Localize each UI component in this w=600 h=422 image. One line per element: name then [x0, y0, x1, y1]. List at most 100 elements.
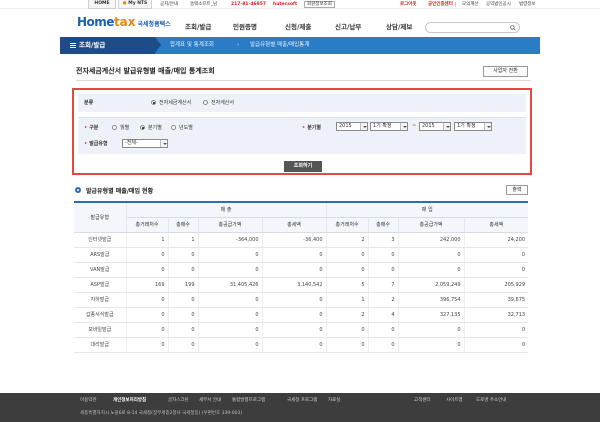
- table-cell: 0: [368, 247, 399, 263]
- table-cell: 0: [198, 307, 263, 323]
- table-body: 인터넷발급 1 1 -364,000 -36,400 2 3 242,000 24,200 ARS…: [74, 232, 529, 353]
- notice-link[interactable]: 공지/안내: [160, 1, 178, 8]
- breadcrumb-item-summary[interactable]: 합계표 및 통계조회: [170, 37, 214, 54]
- from-year-select[interactable]: 2015: [336, 122, 368, 131]
- simulation-link[interactable]: 모의계산: [462, 1, 479, 8]
- footer-link-terms[interactable]: 이용약관: [80, 397, 97, 403]
- issue-type-label-text: 발급유형: [89, 141, 108, 147]
- top-utility-bar: HOME ● My NTS 공지/안내 송택소프트_님 217-81-46957…: [0, 0, 600, 9]
- issue-type-select[interactable]: -전체-: [122, 139, 168, 148]
- table-cell: 0: [262, 337, 327, 353]
- row-issue-type: 갑종서식발급: [74, 307, 127, 323]
- logo-kr-text: 국세청홈택스: [137, 21, 171, 28]
- menu-civil-cert[interactable]: 민원증명: [233, 21, 257, 31]
- period-label: • 구분: [84, 124, 98, 131]
- filter-row-category: 분류 전자세금계산서 전자계산서: [78, 94, 526, 112]
- row-issue-type: ARS발급: [74, 247, 127, 263]
- radio-monthly[interactable]: [112, 125, 117, 130]
- menu-consult-report[interactable]: 상담/제보: [386, 21, 412, 31]
- footer-link-sitemap[interactable]: 사이트맵: [446, 397, 463, 403]
- to-quarter-select[interactable]: 1기 확정: [454, 122, 492, 131]
- search-input[interactable]: [425, 22, 520, 33]
- my-nts-tab[interactable]: ● My NTS: [118, 0, 152, 9]
- table-cell: 0: [398, 262, 465, 278]
- business-number: 217-81-46957: [231, 2, 267, 7]
- table-cell: 0: [198, 262, 263, 278]
- hamburger-icon: [70, 42, 76, 48]
- menu-apply-submit[interactable]: 신청/제출: [285, 21, 311, 31]
- table-cell: 169: [126, 277, 169, 293]
- footer-link-screen[interactable]: 글자스크린: [168, 397, 189, 403]
- table-cell: 3,140,542: [262, 277, 327, 293]
- row-issue-type: VAN발급: [74, 262, 127, 278]
- radio-e-invoice-label: 전자계산서: [211, 100, 235, 106]
- footer-address: 세종특별자치시 노을6로 8-14 국세청(정부세종2청사 국세청동) (우편번…: [80, 411, 243, 416]
- table-cell: 0: [368, 337, 399, 353]
- radio-e-invoice[interactable]: [203, 100, 208, 105]
- table-cell: 0: [326, 262, 369, 278]
- menu-lookup-issue[interactable]: 조회/발급: [185, 21, 211, 31]
- member-info-button[interactable]: 회원정보조회: [304, 1, 335, 8]
- public-corp-link[interactable]: 공익법인공시: [486, 1, 511, 8]
- footer-link-library[interactable]: 자료실: [328, 397, 340, 403]
- table-cell: 5: [326, 277, 369, 293]
- menu-report-pay[interactable]: 신고/납부: [335, 21, 361, 31]
- table-cell: 24,200: [464, 232, 529, 248]
- breadcrumb-item-current[interactable]: 발급유형별 매출/매입통계: [250, 37, 309, 54]
- to-quarter-value: 1기 확정: [457, 123, 476, 129]
- table-row: 모바일발급 0 0 0 0 0 0 0 0: [74, 322, 529, 338]
- radio-e-tax-invoice[interactable]: [151, 100, 156, 105]
- footer-link-integrated-program[interactable]: 통합발행프로그램: [232, 397, 265, 403]
- table-cell: 0: [262, 307, 327, 323]
- quarter-label: • 분기별: [302, 124, 321, 131]
- table-cell: 199: [168, 277, 199, 293]
- table-cell: 0: [126, 307, 169, 323]
- from-quarter-select[interactable]: 1기 확정: [370, 122, 408, 131]
- table-cell: 0: [126, 262, 169, 278]
- required-icon: •: [84, 141, 88, 147]
- site-header: Hometax 국세청홈택스 조회/발급 민원증명 신청/제출 신고/납부 상담/…: [0, 9, 600, 37]
- table-cell: 1: [326, 292, 369, 308]
- radio-yearly[interactable]: [171, 125, 176, 130]
- divider: [455, 2, 456, 7]
- table-cell: 0: [168, 307, 199, 323]
- issue-type-value: -전체-: [125, 140, 138, 146]
- search-button[interactable]: 조회하기: [284, 161, 322, 172]
- switch-business-button[interactable]: 사업자 전환: [483, 66, 528, 77]
- from-quarter-value: 1기 확정: [373, 123, 392, 129]
- table-cell: 0: [464, 262, 529, 278]
- table-row: 지하발급 0 0 0 0 1 2 396,754 39,675: [74, 292, 529, 308]
- quarter-label-text: 분기별: [307, 125, 322, 131]
- cert-center-link[interactable]: 공인인증센터: [428, 1, 453, 8]
- hometax-logo[interactable]: Hometax 국세청홈택스: [77, 15, 171, 29]
- footer-link-nts-program[interactable]: 국세청 프로그램: [287, 397, 317, 403]
- my-nts-icon: ●: [122, 1, 127, 6]
- footer-link-tax-office[interactable]: 세무서 안내: [199, 397, 221, 403]
- law-link[interactable]: 법령정보: [519, 1, 536, 8]
- required-icon: •: [84, 125, 88, 131]
- category-menu-button[interactable]: 조회/발급: [60, 37, 155, 54]
- logout-link[interactable]: 로그아웃: [400, 1, 417, 8]
- radio-quarterly[interactable]: [140, 125, 145, 130]
- table-cell: 2: [326, 307, 369, 323]
- search-icon[interactable]: [510, 25, 516, 31]
- print-button[interactable]: 출력: [506, 185, 528, 195]
- table-cell: 0: [464, 337, 529, 353]
- radio-quarterly-label: 분기별: [148, 125, 162, 131]
- home-tab[interactable]: HOME: [88, 0, 116, 9]
- period-label-text: 구분: [89, 125, 99, 131]
- table-cell: 0: [198, 337, 263, 353]
- table-cell: 0: [262, 322, 327, 338]
- radio-yearly-label: 년도별: [179, 125, 193, 131]
- table-cell: 0: [262, 247, 327, 263]
- table-cell: 2: [326, 232, 369, 248]
- breadcrumb: 조회/발급 합계표 및 통계조회 › 발급유형별 매출/매입통계: [60, 37, 540, 54]
- issue-type-stats-table: 발급유형 매 출 매 입 총거래처수 총매수 총공급가액 총세액 총거래처수 총…: [74, 201, 529, 353]
- footer-link-customer-center[interactable]: 고객센터: [414, 397, 431, 403]
- table-row: VAN발급 0 0 0 0 0 0 0 0: [74, 262, 529, 278]
- chevron-down-icon: [400, 123, 407, 130]
- footer-link-privacy[interactable]: 개인정보처리방침: [113, 397, 146, 403]
- row-issue-type: 지하발급: [74, 292, 127, 308]
- to-year-select[interactable]: 2015: [419, 122, 451, 131]
- footer-link-address-guide[interactable]: 도로명 주소안내: [476, 397, 506, 403]
